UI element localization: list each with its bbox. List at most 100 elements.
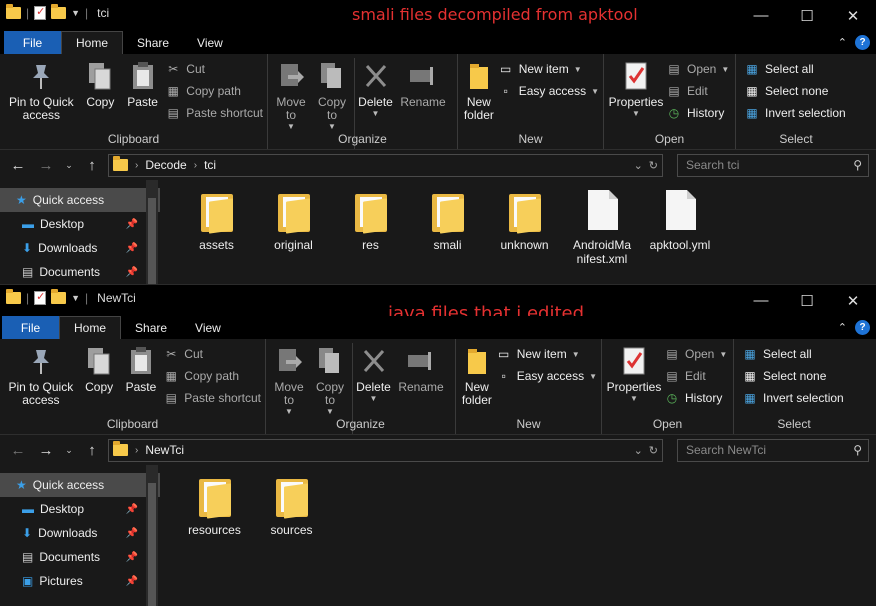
nav-desktop[interactable]: ▬ Desktop 📌 xyxy=(0,212,160,236)
invert-selection-button[interactable]: ▦ Invert selection xyxy=(742,389,843,407)
tab-file[interactable]: File xyxy=(4,31,61,54)
address-dropdown-icon[interactable]: ⌄ xyxy=(634,444,643,457)
breadcrumb-newtci[interactable]: NewTci xyxy=(145,443,184,457)
up-button[interactable]: ↑ xyxy=(80,439,104,461)
select-all-button[interactable]: ▦ Select all xyxy=(744,60,846,78)
folder-sources[interactable]: sources xyxy=(253,473,330,537)
folder-smali[interactable]: smali xyxy=(409,188,486,266)
copy-path-button[interactable]: ▦ Copy path xyxy=(163,367,261,385)
pin-icon[interactable]: 📌 xyxy=(126,528,138,539)
folder-resources[interactable]: resources xyxy=(176,473,253,537)
pin-icon[interactable]: 📌 xyxy=(126,219,138,230)
new-folder-icon[interactable] xyxy=(51,4,67,19)
pin-icon[interactable]: 📌 xyxy=(126,552,138,563)
quick-access-toolbar: | ▼ | NewTci xyxy=(6,289,136,305)
cut-button[interactable]: ✂ Cut xyxy=(165,60,263,78)
title-bar[interactable]: | ▼ | tci smali files decompiled from ap… xyxy=(0,0,876,31)
easy-access-button[interactable]: ▫ Easy access ▼ xyxy=(498,82,599,100)
nav-documents[interactable]: ▤ Documents 📌 xyxy=(0,260,160,284)
pin-icon[interactable]: 📌 xyxy=(126,243,138,254)
nav-quick-access[interactable]: ★ Quick access xyxy=(0,188,160,212)
recent-locations-button[interactable]: ⌄ xyxy=(62,160,76,171)
tab-file[interactable]: File xyxy=(2,316,59,339)
open-button[interactable]: ▤ Open ▼ xyxy=(664,345,727,363)
folder-icon xyxy=(195,473,235,519)
collapse-ribbon-icon[interactable]: ⌃ xyxy=(838,321,847,334)
file-android-manifest[interactable]: AndroidManifest.xml xyxy=(563,188,641,266)
refresh-icon[interactable]: ↻ xyxy=(649,159,658,172)
organize-group: Move to ▼ Copy to ▼ Delete ▼ Rename Orga… xyxy=(266,339,456,434)
cut-button[interactable]: ✂ Cut xyxy=(163,345,261,363)
select-none-button[interactable]: ▦ Select none xyxy=(742,367,844,385)
pin-icon[interactable]: 📌 xyxy=(126,504,138,515)
folder-assets[interactable]: assets xyxy=(178,188,255,266)
properties-icon[interactable] xyxy=(34,5,47,20)
paste-shortcut-button[interactable]: ▤ Paste shortcut xyxy=(165,104,263,122)
back-button[interactable]: ← xyxy=(6,154,30,176)
nav-desktop[interactable]: ▬ Desktop 📌 xyxy=(0,497,160,521)
select-all-button[interactable]: ▦ Select all xyxy=(742,345,844,363)
folder-res[interactable]: res xyxy=(332,188,409,266)
properties-icon[interactable] xyxy=(34,290,47,305)
tab-home[interactable]: Home xyxy=(59,316,122,339)
search-input[interactable]: Search tci ⚲ xyxy=(677,153,869,177)
maximize-button[interactable]: ☐ xyxy=(784,285,830,316)
pin-icon xyxy=(25,345,57,377)
minimize-button[interactable]: — xyxy=(738,285,784,316)
address-bar[interactable]: › NewTci ⌄ ↻ xyxy=(108,438,663,462)
history-button[interactable]: ◷ History xyxy=(666,104,729,122)
documents-icon: ▤ xyxy=(22,265,34,279)
file-apktool-yml[interactable]: apktool.yml xyxy=(641,188,719,266)
easy-access-button[interactable]: ▫ Easy access ▼ xyxy=(496,367,597,385)
help-icon[interactable]: ? xyxy=(855,320,870,335)
breadcrumb-tci[interactable]: tci xyxy=(204,158,216,172)
tab-home[interactable]: Home xyxy=(61,31,124,54)
nav-quick-access[interactable]: ★ Quick access xyxy=(0,473,160,497)
pin-icon[interactable]: 📌 xyxy=(126,576,138,587)
nav-pictures[interactable]: ▣ Pictures 📌 xyxy=(0,569,160,593)
customize-toolbar-icon[interactable]: ▼ xyxy=(71,8,80,18)
pin-icon[interactable]: 📌 xyxy=(126,267,138,278)
nav-documents[interactable]: ▤ Documents 📌 xyxy=(0,545,160,569)
tab-share[interactable]: Share xyxy=(123,31,183,54)
tab-view[interactable]: View xyxy=(181,316,235,339)
collapse-ribbon-icon[interactable]: ⌃ xyxy=(838,36,847,49)
back-button[interactable]: ← xyxy=(6,439,30,461)
close-button[interactable]: ✕ xyxy=(830,0,876,31)
search-input[interactable]: Search NewTci ⚲ xyxy=(677,438,869,462)
address-dropdown-icon[interactable]: ⌄ xyxy=(634,159,643,172)
history-button[interactable]: ◷ History xyxy=(664,389,727,407)
new-folder-icon[interactable] xyxy=(51,289,67,304)
new-item-button[interactable]: ▭ New item ▼ xyxy=(496,345,597,363)
move-to-icon xyxy=(273,345,305,377)
invert-selection-button[interactable]: ▦ Invert selection xyxy=(744,104,845,122)
recent-locations-button[interactable]: ⌄ xyxy=(62,445,76,456)
forward-button[interactable]: → xyxy=(34,154,58,176)
folder-original[interactable]: original xyxy=(255,188,332,266)
folder-unknown[interactable]: unknown xyxy=(486,188,563,266)
folder-icon xyxy=(463,60,495,92)
minimize-button[interactable]: — xyxy=(738,0,784,31)
copy-path-button[interactable]: ▦ Copy path xyxy=(165,82,263,100)
up-button[interactable]: ↑ xyxy=(80,154,104,176)
select-none-button[interactable]: ▦ Select none xyxy=(744,82,846,100)
address-bar[interactable]: › Decode › tci ⌄ ↻ xyxy=(108,153,663,177)
customize-toolbar-icon[interactable]: ▼ xyxy=(71,293,80,303)
edit-button[interactable]: ▤ Edit xyxy=(666,82,729,100)
nav-downloads[interactable]: ⬇ Downloads 📌 xyxy=(0,521,160,545)
nav-scrollbar[interactable] xyxy=(146,180,158,284)
help-icon[interactable]: ? xyxy=(855,35,870,50)
forward-button[interactable]: → xyxy=(34,439,58,461)
maximize-button[interactable]: ☐ xyxy=(784,0,830,31)
tab-share[interactable]: Share xyxy=(121,316,181,339)
new-item-button[interactable]: ▭ New item ▼ xyxy=(498,60,599,78)
refresh-icon[interactable]: ↻ xyxy=(649,444,658,457)
paste-shortcut-button[interactable]: ▤ Paste shortcut xyxy=(163,389,261,407)
nav-downloads[interactable]: ⬇ Downloads 📌 xyxy=(0,236,160,260)
tab-view[interactable]: View xyxy=(183,31,237,54)
close-button[interactable]: ✕ xyxy=(830,285,876,316)
open-button[interactable]: ▤ Open ▼ xyxy=(666,60,729,78)
edit-button[interactable]: ▤ Edit xyxy=(664,367,727,385)
breadcrumb-decode[interactable]: Decode xyxy=(145,158,186,172)
nav-scrollbar[interactable] xyxy=(146,465,158,606)
